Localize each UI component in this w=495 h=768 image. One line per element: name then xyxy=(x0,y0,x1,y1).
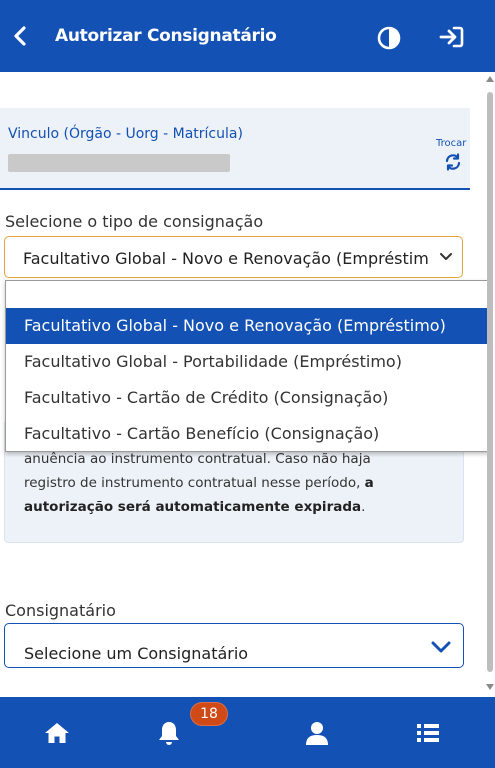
tipo-consignacao-label: Selecione o tipo de consignação xyxy=(5,212,264,231)
contrast-icon[interactable] xyxy=(377,26,401,50)
info-text: anuência ao instrumento contratual. Caso… xyxy=(24,447,456,519)
tipo-consignacao-dropdown: Facultativo Global - Novo e Renovação (E… xyxy=(5,280,489,452)
home-icon[interactable] xyxy=(43,719,71,747)
info-line-3-suffix: . xyxy=(361,499,366,515)
vinculo-field[interactable]: Vinculo (Órgão - Uorg - Matrícula) Troca… xyxy=(0,108,470,190)
dropdown-blank-option[interactable] xyxy=(6,281,488,308)
info-line-3-bold: autorização será automaticamente expirad… xyxy=(24,499,362,515)
scroll-up-arrow-icon[interactable] xyxy=(486,76,494,82)
chevron-down-icon xyxy=(440,253,452,260)
page-title: Autorizar Consignatário xyxy=(55,26,277,46)
consignatario-placeholder: Selecione um Consignatário xyxy=(24,644,249,663)
user-icon[interactable] xyxy=(303,719,331,747)
bell-icon[interactable] xyxy=(155,719,183,747)
page-scrollbar[interactable] xyxy=(484,72,495,696)
chevron-down-icon xyxy=(431,641,451,653)
dropdown-option-cartao-credito[interactable]: Facultativo - Cartão de Crédito (Consign… xyxy=(6,380,488,416)
info-line-1: anuência ao instrumento contratual. Caso… xyxy=(24,451,371,467)
dropdown-option-cartao-beneficio[interactable]: Facultativo - Cartão Benefício (Consigna… xyxy=(6,416,488,452)
scrollbar-thumb[interactable] xyxy=(487,92,493,672)
chevron-left-icon[interactable] xyxy=(10,24,30,48)
vinculo-value-redacted xyxy=(8,154,230,172)
trocar-label[interactable]: Trocar xyxy=(436,138,466,149)
info-line-2-bold: a xyxy=(364,475,374,491)
tipo-consignacao-selected-value: Facultativo Global - Novo e Renovação (E… xyxy=(23,249,428,268)
dropdown-option-novo-renovacao[interactable]: Facultativo Global - Novo e Renovação (E… xyxy=(6,308,488,344)
tipo-consignacao-select[interactable]: Facultativo Global - Novo e Renovação (E… xyxy=(4,236,463,278)
refresh-icon[interactable] xyxy=(444,153,462,171)
sign-out-icon[interactable] xyxy=(439,25,465,49)
consignatario-select[interactable]: Selecione um Consignatário xyxy=(4,623,464,668)
list-icon[interactable] xyxy=(414,719,442,747)
info-line-2: registro de instrumento contratual nesse… xyxy=(24,475,365,491)
consignatario-label: Consignatário xyxy=(5,601,116,620)
vinculo-label: Vinculo (Órgão - Uorg - Matrícula) xyxy=(8,126,243,142)
notifications-badge: 18 xyxy=(190,702,228,726)
dropdown-option-portabilidade[interactable]: Facultativo Global - Portabilidade (Empr… xyxy=(6,344,488,380)
app-header: Autorizar Consignatário xyxy=(0,0,495,72)
scroll-down-arrow-icon[interactable] xyxy=(486,684,494,690)
bottom-navigation xyxy=(0,697,495,768)
